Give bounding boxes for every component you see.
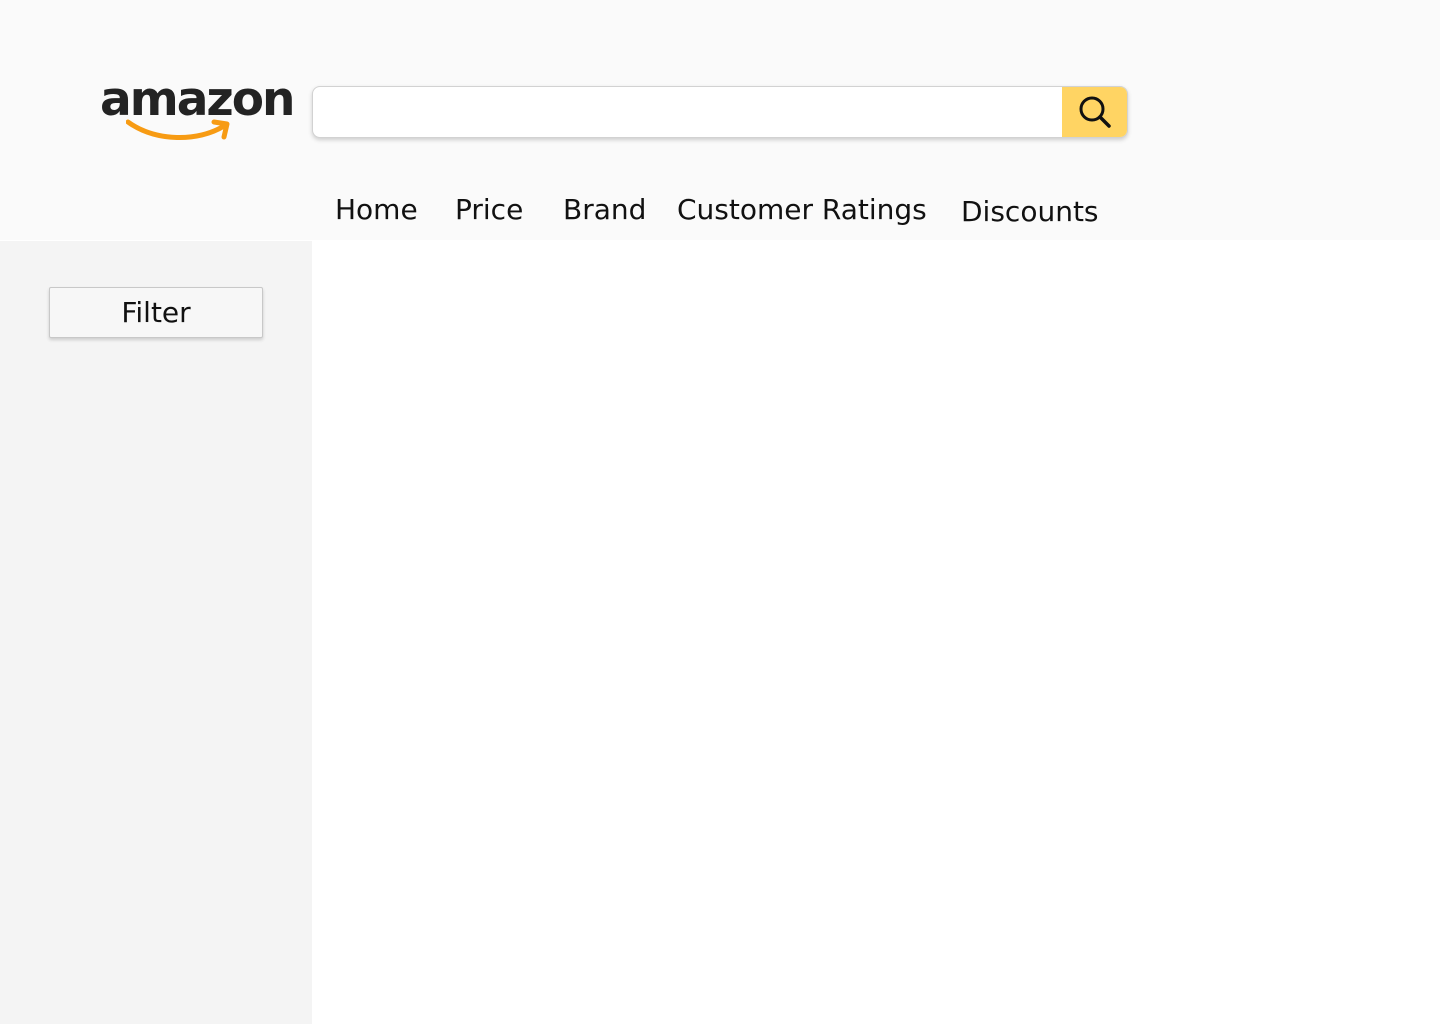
smile-arrow-icon: [126, 119, 230, 141]
search-button[interactable]: [1062, 87, 1127, 137]
search-bar: [312, 86, 1128, 138]
search-icon: [1079, 96, 1111, 128]
main-content: [312, 241, 1440, 1024]
header: amazon Home Price Brand Customer Ratings…: [0, 0, 1440, 240]
amazon-logo[interactable]: amazon: [100, 70, 296, 146]
nav-item-home[interactable]: Home: [335, 190, 418, 230]
sidebar: Filter: [0, 241, 312, 1024]
nav-item-price[interactable]: Price: [455, 190, 523, 230]
nav-item-brand[interactable]: Brand: [563, 190, 646, 230]
nav-item-discounts[interactable]: Discounts: [961, 192, 1099, 232]
nav-item-customer-ratings[interactable]: Customer Ratings: [677, 190, 927, 230]
search-input[interactable]: [313, 87, 1063, 137]
filter-button[interactable]: Filter: [49, 287, 263, 338]
